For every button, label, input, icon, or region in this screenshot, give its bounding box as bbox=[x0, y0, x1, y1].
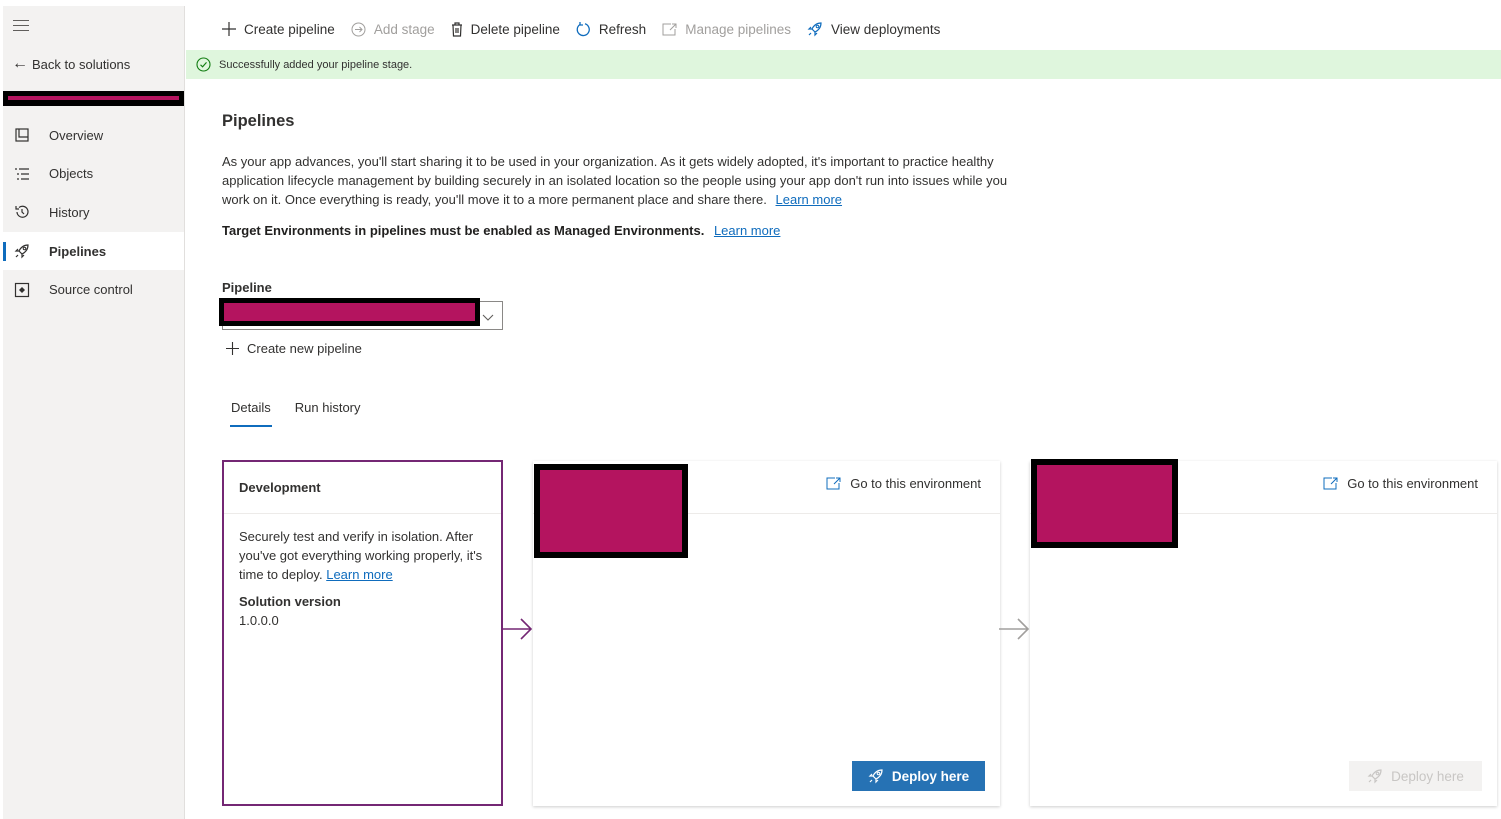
warning-text: Target Environments in pipelines must be… bbox=[222, 223, 705, 238]
success-message: Successfully added your pipeline stage. bbox=[219, 58, 413, 71]
objects-icon bbox=[13, 165, 31, 183]
create-pipeline-button[interactable]: Create pipeline bbox=[222, 22, 335, 37]
back-to-solutions-label: Back to solutions bbox=[32, 56, 131, 72]
page-title: Pipelines bbox=[222, 112, 295, 130]
success-notification: Successfully added your pipeline stage. bbox=[186, 50, 1501, 79]
learn-more-link[interactable]: Learn more bbox=[776, 192, 842, 207]
check-circle-icon bbox=[196, 57, 211, 72]
add-stage-button[interactable]: Add stage bbox=[351, 22, 435, 37]
refresh-icon bbox=[576, 21, 591, 37]
go-to-environment-link[interactable]: Go to this environment bbox=[1323, 476, 1478, 491]
rocket-icon bbox=[1367, 768, 1383, 784]
go-to-environment-label: Go to this environment bbox=[850, 476, 981, 491]
sidebar-item-overview[interactable]: Overview bbox=[3, 116, 184, 155]
view-deployments-label: View deployments bbox=[831, 21, 941, 37]
managed-environments-warning: Target Environments in pipelines must be… bbox=[222, 223, 780, 238]
tabs: Details Run history bbox=[222, 400, 400, 427]
manage-pipelines-button[interactable]: Manage pipelines bbox=[662, 22, 791, 37]
open-external-icon bbox=[662, 23, 677, 36]
plus-icon bbox=[222, 22, 236, 36]
redacted-stage-1-name bbox=[534, 464, 688, 558]
top-border bbox=[0, 0, 1501, 6]
stage-connector-arrow bbox=[999, 618, 1030, 640]
deploy-here-label: Deploy here bbox=[891, 768, 970, 784]
add-stage-label: Add stage bbox=[373, 21, 435, 37]
development-stage-card[interactable]: Development Securely test and verify in … bbox=[222, 460, 503, 806]
back-to-solutions-link[interactable]: ← Back to solutions bbox=[12, 56, 130, 72]
solution-version-label: Solution version bbox=[239, 594, 341, 609]
delete-pipeline-button[interactable]: Delete pipeline bbox=[451, 22, 560, 37]
stage-connector-arrow bbox=[502, 618, 533, 640]
page-description: As your app advances, you'll start shari… bbox=[222, 152, 1012, 209]
deploy-here-button-disabled[interactable]: Deploy here bbox=[1349, 761, 1482, 791]
solution-version-value: 1.0.0.0 bbox=[239, 613, 279, 628]
view-deployments-button[interactable]: View deployments bbox=[807, 21, 940, 37]
create-new-pipeline-label: Create new pipeline bbox=[247, 341, 362, 356]
deploy-here-label: Deploy here bbox=[1391, 768, 1464, 784]
redacted-solution-name bbox=[3, 91, 184, 106]
sidebar-item-label: Pipelines bbox=[49, 243, 107, 259]
trash-icon bbox=[451, 21, 463, 37]
development-stage-title: Development bbox=[224, 462, 501, 514]
development-stage-body: Securely test and verify in isolation. A… bbox=[224, 514, 501, 643]
manage-pipelines-label: Manage pipelines bbox=[685, 21, 792, 37]
overview-icon bbox=[13, 126, 31, 144]
sidebar-item-label: Objects bbox=[49, 166, 94, 182]
tab-details[interactable]: Details bbox=[222, 400, 280, 427]
arrow-left-icon: ← bbox=[12, 55, 28, 72]
rocket-icon bbox=[868, 768, 884, 784]
sidebar-item-label: History bbox=[49, 204, 90, 220]
create-pipeline-label: Create pipeline bbox=[244, 21, 335, 37]
sidebar-item-history[interactable]: History bbox=[3, 193, 184, 232]
sidebar-item-source-control[interactable]: Source control bbox=[3, 270, 184, 309]
chevron-down-icon bbox=[482, 310, 494, 325]
plus-icon bbox=[226, 342, 239, 355]
warning-learn-more-link[interactable]: Learn more bbox=[714, 223, 780, 238]
sidebar-nav: Overview Objects History Pipelines Sourc… bbox=[3, 116, 184, 309]
history-icon bbox=[13, 203, 31, 221]
redacted-stage-2-name bbox=[1031, 459, 1178, 548]
sidebar-item-label: Overview bbox=[49, 127, 104, 143]
open-external-icon bbox=[826, 477, 841, 490]
arrow-circle-icon bbox=[351, 22, 366, 37]
sidebar-item-pipelines[interactable]: Pipelines bbox=[3, 231, 184, 271]
rocket-icon bbox=[13, 242, 31, 260]
open-external-icon bbox=[1323, 477, 1338, 490]
go-to-environment-link[interactable]: Go to this environment bbox=[826, 476, 981, 491]
pipeline-label: Pipeline bbox=[222, 280, 272, 295]
deploy-here-button[interactable]: Deploy here bbox=[852, 761, 985, 791]
create-new-pipeline-button[interactable]: Create new pipeline bbox=[226, 341, 362, 356]
go-to-environment-label: Go to this environment bbox=[1347, 476, 1478, 491]
rocket-icon bbox=[807, 21, 823, 37]
sidebar-item-label: Source control bbox=[49, 282, 133, 298]
delete-pipeline-label: Delete pipeline bbox=[470, 21, 560, 37]
refresh-label: Refresh bbox=[598, 21, 647, 37]
development-learn-more-link[interactable]: Learn more bbox=[326, 567, 392, 582]
redacted-pipeline-name bbox=[219, 298, 480, 326]
source-control-icon bbox=[13, 281, 31, 299]
hamburger-menu-icon[interactable] bbox=[13, 20, 29, 32]
tab-run-history[interactable]: Run history bbox=[286, 400, 370, 427]
command-bar: Create pipeline Add stage Delete pipelin… bbox=[186, 10, 1501, 48]
refresh-button[interactable]: Refresh bbox=[576, 21, 647, 37]
description-text: As your app advances, you'll start shari… bbox=[222, 154, 1008, 207]
sidebar-item-objects[interactable]: Objects bbox=[3, 155, 184, 194]
pipeline-dropdown[interactable] bbox=[219, 298, 503, 330]
